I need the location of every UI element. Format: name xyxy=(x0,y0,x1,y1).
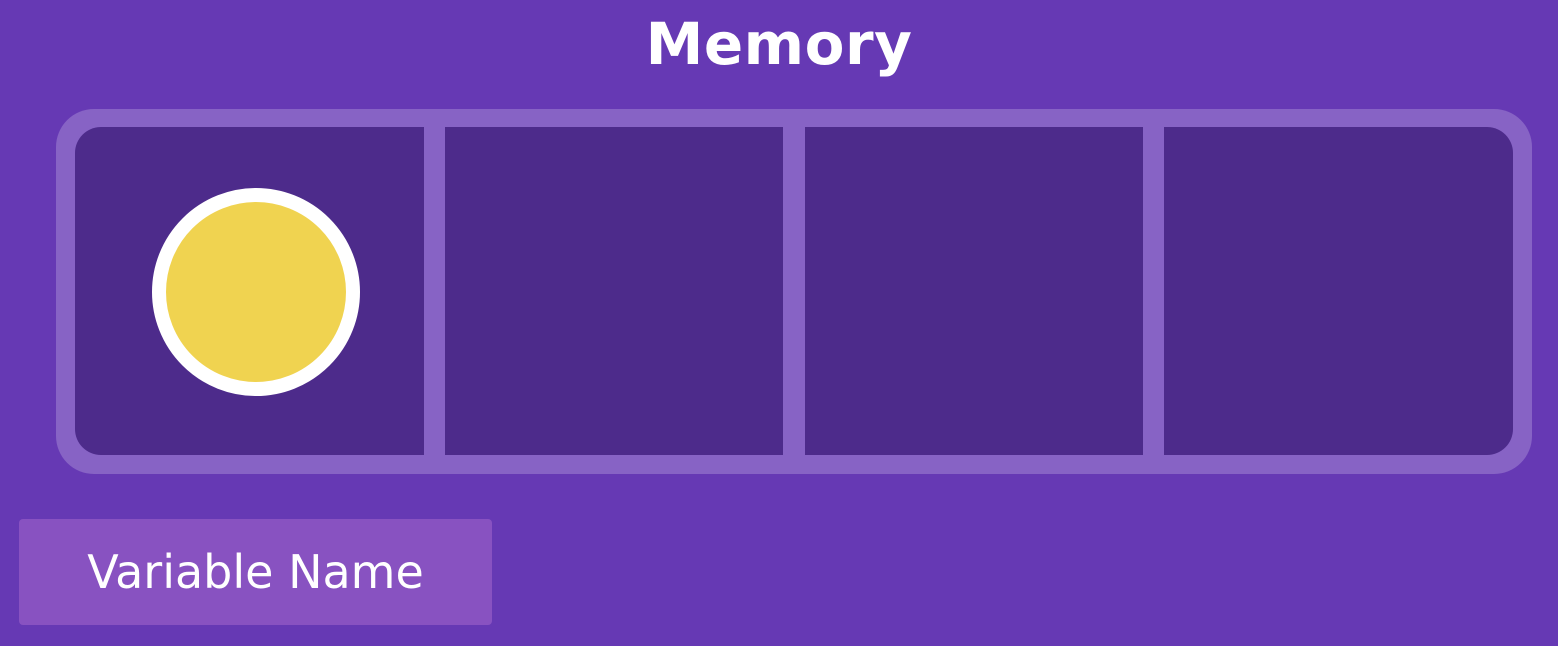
variable-name-label: Variable Name xyxy=(19,519,492,625)
memory-title: Memory xyxy=(645,10,913,78)
memory-cell-4 xyxy=(1164,127,1513,455)
memory-cell-3 xyxy=(805,127,1143,455)
stored-value-circle xyxy=(152,188,360,396)
memory-block xyxy=(56,109,1532,474)
memory-cell-2 xyxy=(445,127,783,455)
memory-cell-1 xyxy=(75,127,424,455)
